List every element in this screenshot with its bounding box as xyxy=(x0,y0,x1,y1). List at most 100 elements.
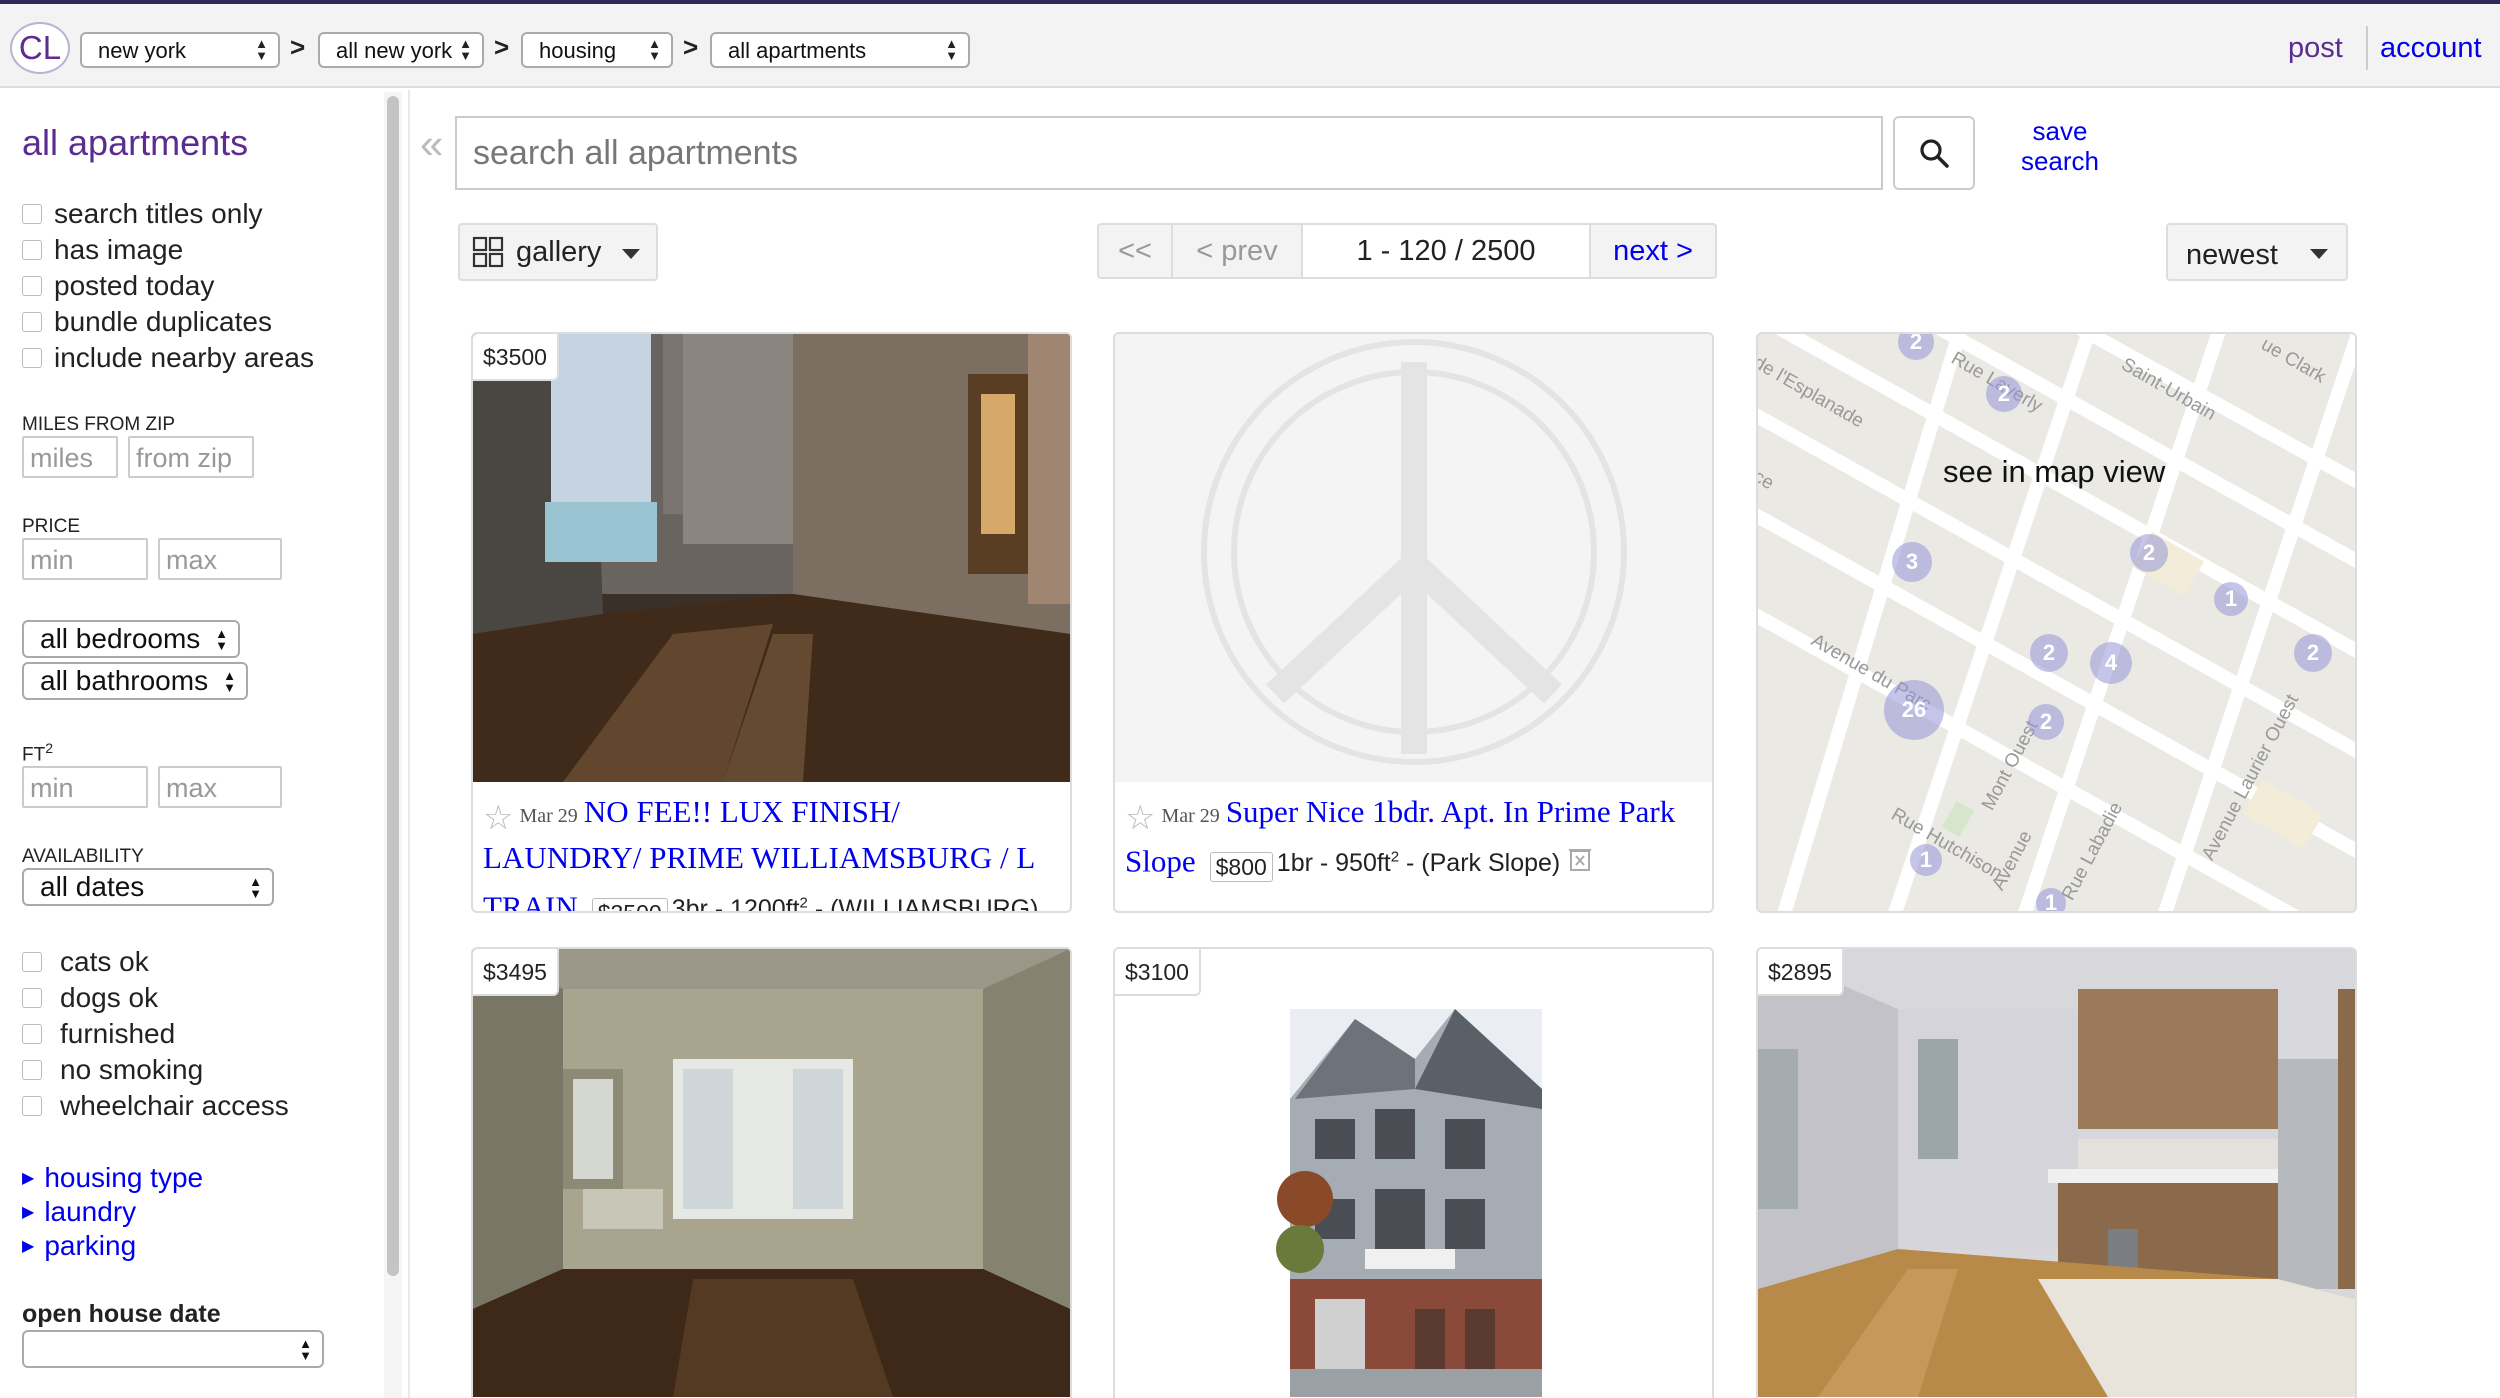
account-link[interactable]: account xyxy=(2380,32,2482,65)
checkbox-box[interactable] xyxy=(22,1096,42,1116)
bundle-duplicates-checkbox[interactable]: bundle duplicates xyxy=(22,306,272,338)
checkbox-box[interactable] xyxy=(22,952,42,972)
map-view-card[interactable]: Rue Laverly Saint-Urbain de l'Esplanade … xyxy=(1756,332,2357,913)
listing-image[interactable]: $3495 xyxy=(473,949,1070,1397)
checkbox-box[interactable] xyxy=(22,1024,42,1044)
dogs-ok-checkbox[interactable]: dogs ok xyxy=(22,982,158,1014)
checkbox-label: no smoking xyxy=(60,1054,204,1085)
no-smoking-checkbox[interactable]: no smoking xyxy=(22,1054,203,1086)
checkbox-box[interactable] xyxy=(22,1060,42,1080)
include-nearby-areas-checkbox[interactable]: include nearby areas xyxy=(22,342,314,374)
area-select[interactable]: all new york ▲ ▼ xyxy=(318,32,484,68)
checkbox-box[interactable] xyxy=(22,240,42,260)
checkbox-box[interactable] xyxy=(22,204,42,224)
listing-card[interactable]: $3495 xyxy=(471,947,1072,1398)
collapse-sidebar-button[interactable]: « xyxy=(420,120,443,168)
map-cluster-marker[interactable]: 26 xyxy=(1884,680,1944,740)
price-tag: $3100 xyxy=(1115,949,1201,996)
star-favorite-icon[interactable]: ☆ xyxy=(483,799,513,837)
map-cluster-marker[interactable]: 1 xyxy=(2214,582,2248,616)
checkbox-label: search titles only xyxy=(54,198,263,229)
checkbox-label: wheelchair access xyxy=(60,1090,289,1121)
has-image-checkbox[interactable]: has image xyxy=(22,234,183,266)
price-min-input[interactable]: min xyxy=(22,538,148,580)
checkbox-box[interactable] xyxy=(22,312,42,332)
map-cluster-marker[interactable]: 3 xyxy=(1892,542,1932,582)
laundry-expander[interactable]: ▶ laundry xyxy=(22,1196,136,1228)
see-in-map-view-link[interactable]: see in map view xyxy=(1943,454,2165,490)
price-max-input[interactable]: max xyxy=(158,538,282,580)
furnished-checkbox[interactable]: furnished xyxy=(22,1018,175,1050)
listing-image[interactable]: $3100 xyxy=(1115,949,1712,1397)
next-page-button[interactable]: next > xyxy=(1591,225,1715,277)
category-select[interactable]: housing ▲ ▼ xyxy=(521,32,673,68)
checkbox-label: has image xyxy=(54,234,184,265)
city-select[interactable]: new york ▲ ▼ xyxy=(80,32,280,68)
availability-select[interactable]: all dates ▲ ▼ xyxy=(22,868,274,906)
listing-meta: 3br - 1200ft2 - (WILLIAMSBURG) xyxy=(672,895,1039,911)
wheelchair-access-checkbox[interactable]: wheelchair access xyxy=(22,1090,289,1122)
peace-sign-icon xyxy=(1201,339,1627,765)
map-cluster-marker[interactable]: 2 xyxy=(2028,704,2064,740)
search-titles-only-checkbox[interactable]: search titles only xyxy=(22,198,263,230)
housing-type-expander[interactable]: ▶ housing type xyxy=(22,1162,203,1194)
map-cluster-marker[interactable]: 4 xyxy=(2090,642,2132,684)
cats-ok-checkbox[interactable]: cats ok xyxy=(22,946,149,978)
search-input[interactable]: search all apartments xyxy=(455,116,1883,190)
listing-image[interactable]: $2895 xyxy=(1758,949,2355,1397)
listing-card[interactable]: $2895 xyxy=(1756,947,2357,1398)
triangle-right-icon: ▶ xyxy=(22,1170,35,1187)
zip-input[interactable]: from zip xyxy=(128,436,254,478)
checkbox-box[interactable] xyxy=(22,276,42,296)
listing-card[interactable]: $3100 xyxy=(1113,947,1714,1398)
checkbox-box[interactable] xyxy=(22,988,42,1008)
availability-label: AVAILABILITY xyxy=(22,846,144,867)
sqft-max-input[interactable]: max xyxy=(158,766,282,808)
triangle-right-icon: ▶ xyxy=(22,1238,35,1255)
select-arrows-icon: ▲ ▼ xyxy=(299,1336,312,1363)
listing-image[interactable]: $3500 xyxy=(473,334,1070,782)
sidebar-scrollbar[interactable] xyxy=(384,92,402,1398)
open-house-date-select[interactable]: ▲ ▼ xyxy=(22,1330,324,1368)
map-cluster-marker[interactable]: 2 xyxy=(2294,634,2332,672)
listing-info: ☆ Mar 29 NO FEE!! LUX FINISH/ LAUNDRY/ PRI… xyxy=(483,792,1063,911)
map-cluster-marker[interactable]: 1 xyxy=(1910,844,1942,876)
hide-listing-icon[interactable] xyxy=(1568,846,1592,888)
availability-value: all dates xyxy=(40,871,145,902)
bathrooms-select[interactable]: all bathrooms ▲ ▼ xyxy=(22,662,248,700)
top-header: CL new york ▲ ▼ > all new york ▲ ▼ > housi… xyxy=(0,0,2500,88)
search-button[interactable] xyxy=(1893,116,1975,190)
craigslist-logo[interactable]: CL xyxy=(10,22,70,74)
map-cluster-marker[interactable]: 2 xyxy=(2130,534,2168,572)
scrollbar-thumb[interactable] xyxy=(387,96,399,1276)
bedrooms-select[interactable]: all bedrooms ▲ ▼ xyxy=(22,620,240,658)
sort-dropdown[interactable]: newest xyxy=(2166,223,2348,281)
listing-meta-location: - (Park Slope) xyxy=(1399,849,1561,878)
save-search-link[interactable]: save search xyxy=(2010,116,2110,176)
post-link[interactable]: post xyxy=(2288,32,2343,65)
ft-label-sup: 2 xyxy=(45,740,54,756)
checkbox-box[interactable] xyxy=(22,348,42,368)
map-cluster-marker[interactable]: 2 xyxy=(1986,376,2022,412)
checkbox-label: posted today xyxy=(54,270,215,301)
listing-image-placeholder[interactable] xyxy=(1115,334,1712,782)
listing-card[interactable]: $3500 ☆ Mar 29 NO FEE!! LUX FINISH/ LAUNDR… xyxy=(471,332,1072,913)
map-cluster-marker[interactable]: 2 xyxy=(2030,634,2068,672)
map-cluster-marker[interactable]: 1 xyxy=(2036,888,2066,911)
square-feet-label: FT2 xyxy=(22,740,53,766)
first-page-button[interactable]: << xyxy=(1099,225,1173,277)
logo-text: CL xyxy=(18,29,62,66)
view-mode-dropdown[interactable]: gallery xyxy=(458,223,658,281)
listing-card[interactable]: ☆ Mar 29 Super Nice 1bdr. Apt. In Prime Pa… xyxy=(1113,332,1714,913)
listing-price: $800 xyxy=(1209,852,1273,883)
star-favorite-icon[interactable]: ☆ xyxy=(1125,799,1155,837)
prev-page-button[interactable]: < prev xyxy=(1173,225,1303,277)
sqft-min-input[interactable]: min xyxy=(22,766,148,808)
open-house-date-label: open house date xyxy=(22,1300,221,1328)
sidebar-divider xyxy=(408,90,410,1398)
parking-expander[interactable]: ▶ parking xyxy=(22,1230,136,1262)
posted-today-checkbox[interactable]: posted today xyxy=(22,270,214,302)
subcategory-select[interactable]: all apartments ▲ ▼ xyxy=(710,32,970,68)
miles-input[interactable]: miles xyxy=(22,436,118,478)
select-arrows-icon: ▲ ▼ xyxy=(223,668,236,695)
